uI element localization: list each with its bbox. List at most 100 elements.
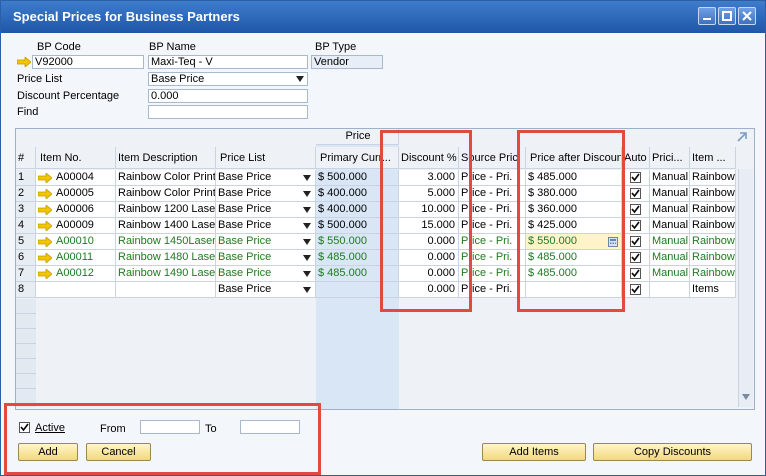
link-arrow-icon[interactable] xyxy=(38,205,52,215)
dropdown-arrow-icon[interactable] xyxy=(303,271,311,277)
cell-auto[interactable] xyxy=(622,250,650,266)
cell-desc[interactable]: Rainbow 1490 Laser S xyxy=(116,266,216,282)
cell-pl[interactable]: Base Price xyxy=(216,202,316,218)
cell-group[interactable]: Rainbow xyxy=(690,170,736,186)
cell-pricing[interactable] xyxy=(650,282,690,298)
cell-group[interactable]: Rainbow xyxy=(690,234,736,250)
add-button[interactable]: Add xyxy=(18,443,78,461)
cell-auto[interactable] xyxy=(622,186,650,202)
cell-item[interactable]: A00010 xyxy=(36,234,116,250)
link-arrow-icon[interactable] xyxy=(38,173,52,183)
title-bar[interactable]: Special Prices for Business Partners xyxy=(1,1,765,33)
link-arrow-icon[interactable] xyxy=(38,237,52,247)
cell-auto[interactable] xyxy=(622,218,650,234)
expand-arrow-icon[interactable] xyxy=(736,131,748,143)
dropdown-arrow-icon[interactable] xyxy=(303,207,311,213)
bp-code-field[interactable]: V92000 xyxy=(32,55,144,69)
bp-name-field[interactable]: Maxi-Teq - V xyxy=(148,55,308,69)
dropdown-arrow-icon[interactable] xyxy=(303,287,311,293)
cell-group[interactable]: Rainbow xyxy=(690,218,736,234)
cell-pl[interactable]: Base Price xyxy=(216,234,316,250)
cell-pl[interactable]: Base Price xyxy=(216,170,316,186)
link-arrow-icon[interactable] xyxy=(38,269,52,279)
cell-auto[interactable] xyxy=(622,202,650,218)
cell-desc[interactable]: Rainbow Color Printe xyxy=(116,170,216,186)
cell-desc[interactable]: Rainbow 1450Laser Se xyxy=(116,234,216,250)
cell-auto[interactable] xyxy=(622,234,650,250)
cell-desc[interactable] xyxy=(116,282,216,298)
dropdown-arrow-icon[interactable] xyxy=(303,223,311,229)
cell-group[interactable]: Rainbow xyxy=(690,266,736,282)
link-arrow-icon[interactable] xyxy=(38,221,52,231)
copy-discounts-button[interactable]: Copy Discounts xyxy=(593,443,752,461)
dropdown-arrow-icon[interactable] xyxy=(303,255,311,261)
cell-pl[interactable]: Base Price xyxy=(216,218,316,234)
minimize-button[interactable] xyxy=(698,7,716,25)
cell-pricing[interactable]: Manual xyxy=(650,234,690,250)
cell-group[interactable]: Rainbow xyxy=(690,186,736,202)
cell-desc[interactable]: Rainbow 1480 Laser S xyxy=(116,250,216,266)
table-scrollbar[interactable] xyxy=(738,169,753,407)
cell-item[interactable]: A00011 xyxy=(36,250,116,266)
cell-group[interactable]: Rainbow xyxy=(690,250,736,266)
cell-desc[interactable]: Rainbow 1400 Laser S xyxy=(116,218,216,234)
cell-pl[interactable]: Base Price xyxy=(216,186,316,202)
cell-pricing[interactable]: Manual xyxy=(650,250,690,266)
dropdown-arrow-icon[interactable] xyxy=(303,191,311,197)
cell-auto[interactable] xyxy=(622,266,650,282)
cell-group[interactable]: Items xyxy=(690,282,736,298)
header-auto[interactable]: Auto xyxy=(622,147,650,169)
auto-checkbox[interactable] xyxy=(630,268,641,279)
cell-pricing[interactable]: Manual xyxy=(650,186,690,202)
auto-checkbox[interactable] xyxy=(630,284,641,295)
dropdown-arrow-icon[interactable] xyxy=(303,175,311,181)
close-button[interactable] xyxy=(738,7,756,25)
auto-checkbox[interactable] xyxy=(630,188,641,199)
cell-group[interactable]: Rainbow xyxy=(690,202,736,218)
header-pricing[interactable]: Prici... xyxy=(650,147,690,169)
cell-item[interactable] xyxy=(36,282,116,298)
auto-checkbox[interactable] xyxy=(630,220,641,231)
auto-checkbox[interactable] xyxy=(630,172,641,183)
cell-pricing[interactable]: Manual xyxy=(650,170,690,186)
checkmark-icon xyxy=(631,173,640,182)
cell-auto[interactable] xyxy=(622,170,650,186)
cell-desc[interactable]: Rainbow Color Printe xyxy=(116,186,216,202)
cancel-button[interactable]: Cancel xyxy=(86,443,151,461)
cell-pl[interactable]: Base Price xyxy=(216,266,316,282)
link-arrow-icon[interactable] xyxy=(17,57,31,67)
cell-text: Base Price xyxy=(218,267,272,279)
from-date-field[interactable] xyxy=(140,420,200,434)
to-date-field[interactable] xyxy=(240,420,300,434)
scroll-down-arrow-icon[interactable] xyxy=(742,394,750,400)
cell-item[interactable]: A00012 xyxy=(36,266,116,282)
header-price-list[interactable]: Price List xyxy=(216,147,316,169)
cell-text: $ 485.000 xyxy=(318,251,367,263)
cell-item[interactable]: A00005 xyxy=(36,186,116,202)
cell-item[interactable]: A00006 xyxy=(36,202,116,218)
cell-item[interactable]: A00004 xyxy=(36,170,116,186)
cell-pl[interactable]: Base Price xyxy=(216,282,316,298)
add-items-button[interactable]: Add Items xyxy=(482,443,586,461)
link-arrow-icon[interactable] xyxy=(38,253,52,263)
find-field[interactable] xyxy=(148,105,308,119)
cell-pl[interactable]: Base Price xyxy=(216,250,316,266)
cell-desc[interactable]: Rainbow 1200 Laser S xyxy=(116,202,216,218)
price-list-select[interactable]: Base Price xyxy=(148,72,308,86)
maximize-button[interactable] xyxy=(718,7,736,25)
discount-percentage-field[interactable]: 0.000 xyxy=(148,89,308,103)
cell-auto[interactable] xyxy=(622,282,650,298)
cell-pricing[interactable]: Manual xyxy=(650,218,690,234)
cell-pricing[interactable]: Manual xyxy=(650,202,690,218)
cell-item[interactable]: A00009 xyxy=(36,218,116,234)
link-arrow-icon[interactable] xyxy=(38,189,52,199)
header-item-description[interactable]: Item Description xyxy=(116,147,216,169)
auto-checkbox[interactable] xyxy=(630,252,641,263)
auto-checkbox[interactable] xyxy=(630,204,641,215)
active-checkbox[interactable] xyxy=(19,422,30,433)
auto-checkbox[interactable] xyxy=(630,236,641,247)
header-item-no[interactable]: Item No. xyxy=(36,147,116,169)
dropdown-arrow-icon[interactable] xyxy=(303,239,311,245)
cell-pricing[interactable]: Manual xyxy=(650,266,690,282)
header-item-group[interactable]: Item ... xyxy=(690,147,736,169)
